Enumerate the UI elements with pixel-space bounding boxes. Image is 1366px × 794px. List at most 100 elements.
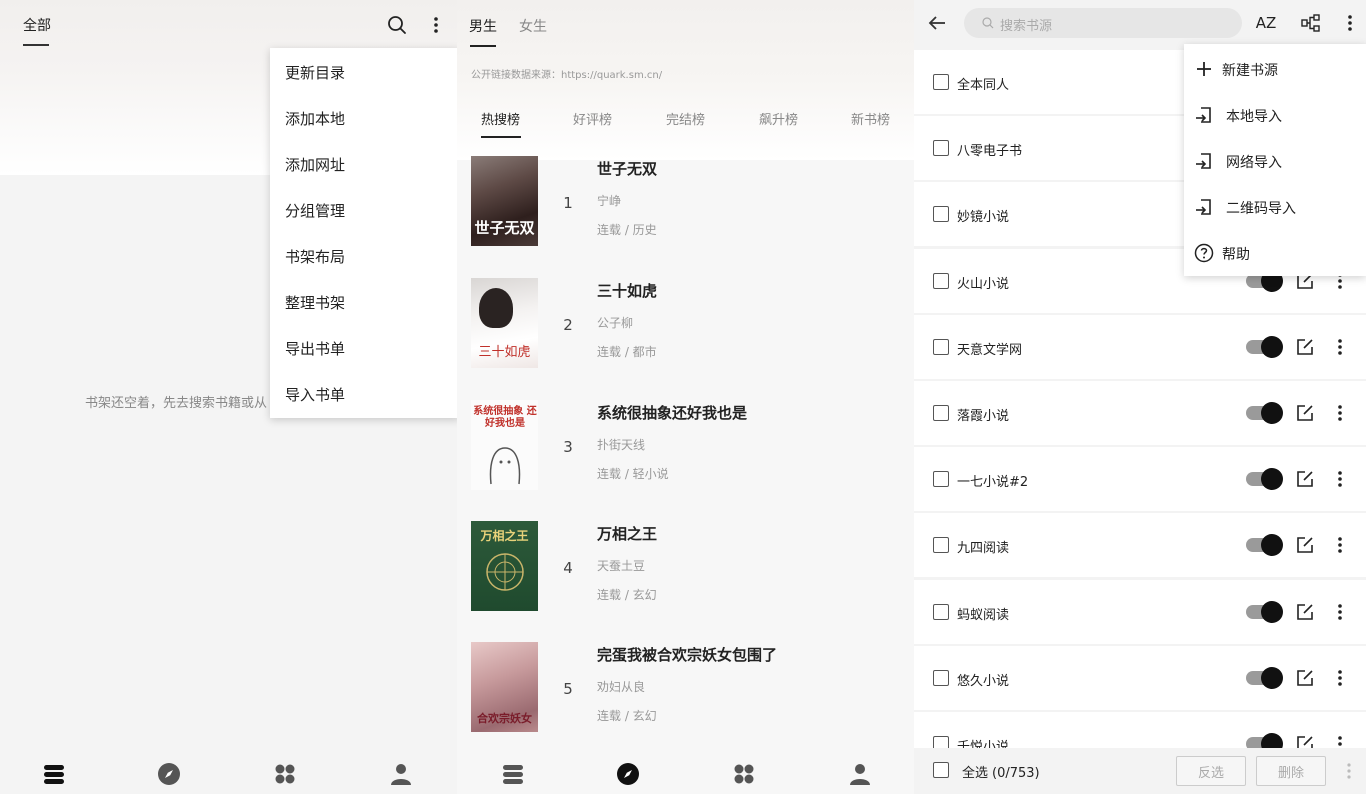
delete-button[interactable]: 删除 xyxy=(1256,756,1326,786)
bookshelf-icon[interactable] xyxy=(501,762,525,786)
menu-item-new-source[interactable]: 新建书源 xyxy=(1184,46,1366,92)
source-checkbox[interactable] xyxy=(933,206,949,222)
search-input[interactable]: 搜索书源 xyxy=(964,8,1242,38)
rank-number: 1 xyxy=(563,194,573,212)
book-item[interactable]: 三十如虎 2 三十如虎 公子柳 连载 / 都市 xyxy=(457,270,914,390)
source-enable-toggle[interactable] xyxy=(1246,468,1283,490)
source-name: 天意文学网 xyxy=(957,343,1023,358)
source-row[interactable]: 悠久小说 xyxy=(914,646,1366,710)
tab-rising[interactable]: 飙升榜 xyxy=(759,109,798,128)
source-row[interactable]: 蚂蚁阅读 xyxy=(914,580,1366,644)
menu-item-group-manage[interactable]: 分组管理 xyxy=(285,200,345,221)
gender-tab-indicator xyxy=(470,45,496,47)
compass-icon[interactable] xyxy=(616,762,640,786)
back-arrow-icon[interactable] xyxy=(926,12,948,34)
menu-item-qr-import[interactable]: 二维码导入 xyxy=(1184,184,1366,230)
tab-hot-search[interactable]: 热搜榜 xyxy=(481,109,520,128)
apps-icon[interactable] xyxy=(732,762,756,786)
source-checkbox[interactable] xyxy=(933,140,949,156)
more-vert-icon[interactable] xyxy=(1342,12,1358,34)
source-checkbox[interactable] xyxy=(933,74,949,90)
menu-item-shelf-layout[interactable]: 书架布局 xyxy=(285,246,345,267)
more-vert-icon[interactable] xyxy=(1333,669,1347,687)
menu-item-label: 网络导入 xyxy=(1226,155,1282,171)
more-vert-icon[interactable] xyxy=(1333,536,1347,554)
compass-icon[interactable] xyxy=(157,762,181,786)
source-row[interactable]: 落霞小说 xyxy=(914,381,1366,445)
more-vert-icon[interactable] xyxy=(1333,338,1347,356)
book-tags: 连载 / 玄幻 xyxy=(597,588,657,602)
select-all-text: 全选 xyxy=(962,766,989,781)
person-icon[interactable] xyxy=(389,762,413,786)
edit-icon[interactable] xyxy=(1296,669,1314,687)
source-checkbox[interactable] xyxy=(933,339,949,355)
source-enable-toggle[interactable] xyxy=(1246,336,1283,358)
tab-completed[interactable]: 完结榜 xyxy=(666,109,705,128)
book-author: 扑街天线 xyxy=(597,438,646,452)
invert-selection-button[interactable]: 反选 xyxy=(1176,756,1246,786)
group-icon[interactable] xyxy=(1300,12,1322,34)
source-menu: 新建书源 本地导入 网络导入 二维码导入 帮助 xyxy=(1184,44,1366,276)
source-checkbox[interactable] xyxy=(933,537,949,553)
source-name: 落霞小说 xyxy=(957,409,1010,424)
book-tags: 连载 / 都市 xyxy=(597,345,657,359)
discover-panel: 男生 女生 公开链接数据来源：https://quark.sm.cn/ 热搜榜 … xyxy=(457,0,914,794)
edit-icon[interactable] xyxy=(1296,404,1314,422)
book-item[interactable]: 世子无双 1 世子无双 宁峥 连载 / 历史 xyxy=(457,148,914,268)
menu-item-label: 帮助 xyxy=(1222,247,1250,263)
menu-item-update-catalog[interactable]: 更新目录 xyxy=(285,62,345,83)
source-enable-toggle[interactable] xyxy=(1246,601,1283,623)
menu-item-local-import[interactable]: 本地导入 xyxy=(1184,92,1366,138)
source-checkbox[interactable] xyxy=(933,471,949,487)
menu-item-organize-shelf[interactable]: 整理书架 xyxy=(285,292,345,313)
edit-icon[interactable] xyxy=(1296,470,1314,488)
menu-item-network-import[interactable]: 网络导入 xyxy=(1184,138,1366,184)
apps-icon[interactable] xyxy=(273,762,297,786)
person-icon[interactable] xyxy=(848,762,872,786)
book-cover: 系统很抽象 还好我也是 xyxy=(471,400,538,490)
source-enable-toggle[interactable] xyxy=(1246,270,1283,292)
source-note: 公开链接数据来源：https://quark.sm.cn/ xyxy=(471,70,663,81)
more-vert-icon[interactable] xyxy=(426,13,446,37)
more-vert-icon[interactable] xyxy=(1342,760,1356,782)
source-checkbox[interactable] xyxy=(933,405,949,421)
bookshelf-icon[interactable] xyxy=(42,762,66,786)
menu-item-add-local[interactable]: 添加本地 xyxy=(285,108,345,129)
selection-count: (0/753) xyxy=(992,766,1040,781)
source-checkbox[interactable] xyxy=(933,670,949,686)
more-vert-icon[interactable] xyxy=(1333,470,1347,488)
tab-female[interactable]: 女生 xyxy=(519,16,547,36)
source-checkbox[interactable] xyxy=(933,273,949,289)
menu-item-add-url[interactable]: 添加网址 xyxy=(285,154,345,175)
source-row[interactable]: 九四阅读 xyxy=(914,513,1366,577)
bookshelf-menu: 更新目录 添加本地 添加网址 分组管理 书架布局 整理书架 导出书单 导入书单 xyxy=(270,48,457,418)
book-cover: 合欢宗妖女 xyxy=(471,642,538,732)
tab-new-books[interactable]: 新书榜 xyxy=(851,109,890,128)
menu-item-export-list[interactable]: 导出书单 xyxy=(285,338,345,359)
tab-good-reviews[interactable]: 好评榜 xyxy=(573,109,612,128)
sort-az-icon[interactable]: AZ xyxy=(1254,12,1278,34)
book-item[interactable]: 万相之王 4 万相之王 天蚕土豆 连载 / 玄幻 xyxy=(457,513,914,633)
source-row[interactable]: 一七小说#2 xyxy=(914,447,1366,511)
edit-icon[interactable] xyxy=(1296,536,1314,554)
source-enable-toggle[interactable] xyxy=(1246,402,1283,424)
source-row[interactable]: 天意文学网 xyxy=(914,315,1366,379)
menu-item-label: 二维码导入 xyxy=(1226,201,1296,217)
book-item[interactable]: 合欢宗妖女 5 完蛋我被合欢宗妖女包围了 劝妇从良 连载 / 玄幻 xyxy=(457,634,914,754)
more-vert-icon[interactable] xyxy=(1333,603,1347,621)
edit-icon[interactable] xyxy=(1296,338,1314,356)
more-vert-icon[interactable] xyxy=(1333,404,1347,422)
book-item[interactable]: 系统很抽象 还好我也是 3 系统很抽象还好我也是 扑街天线 连载 / 轻小说 xyxy=(457,392,914,512)
tab-male[interactable]: 男生 xyxy=(469,16,497,36)
source-checkbox[interactable] xyxy=(933,604,949,620)
search-icon[interactable] xyxy=(385,13,409,37)
edit-icon[interactable] xyxy=(1296,603,1314,621)
source-name: 一七小说#2 xyxy=(957,475,1029,490)
select-all-checkbox[interactable] xyxy=(933,762,949,778)
menu-item-import-list[interactable]: 导入书单 xyxy=(285,384,345,405)
source-enable-toggle[interactable] xyxy=(1246,534,1283,556)
tab-all[interactable]: 全部 xyxy=(23,15,51,35)
source-enable-toggle[interactable] xyxy=(1246,667,1283,689)
menu-item-help[interactable]: 帮助 xyxy=(1184,230,1366,276)
rank-tab-indicator xyxy=(481,136,521,138)
